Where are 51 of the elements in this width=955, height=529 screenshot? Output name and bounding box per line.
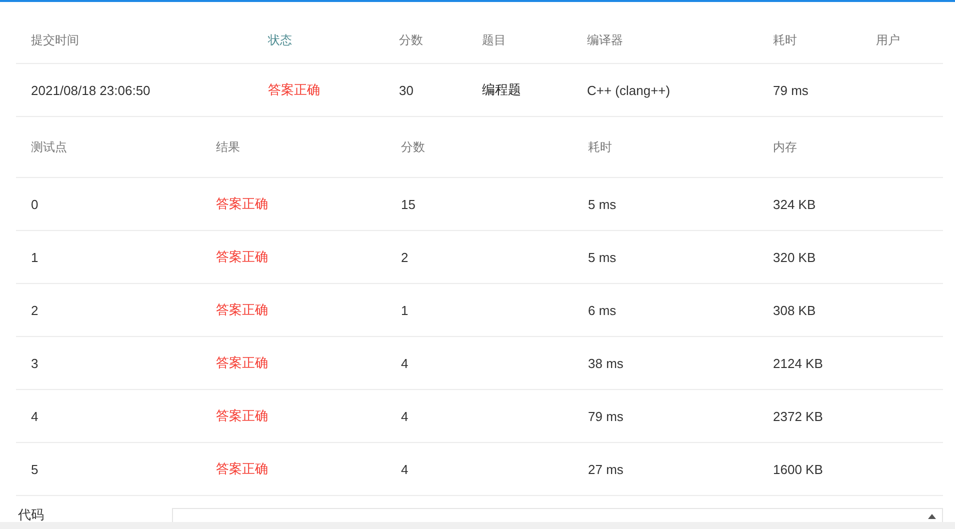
column-header: 分数 xyxy=(400,138,426,156)
code-label: 代码 xyxy=(17,508,45,522)
table-cell-text: 2 xyxy=(400,250,410,264)
table-cell-text: 0 xyxy=(30,196,40,212)
table-cell-text: 答案正确 xyxy=(215,195,269,213)
table-cell-text: 4 xyxy=(30,408,40,424)
table-cell-text: 5 xyxy=(30,462,40,476)
table-cell-text: 答案正确 xyxy=(267,81,321,99)
table-cell-text: 27 ms xyxy=(587,462,624,476)
column-header: 编译器 xyxy=(586,32,624,49)
column-header: 内存 xyxy=(772,138,798,156)
table-cell-text: C++ (clang++) xyxy=(586,82,672,98)
table-cell-text: 30 xyxy=(398,82,414,98)
horizontal-scrollbar[interactable] xyxy=(0,522,955,529)
table-cell-text: 38 ms xyxy=(587,356,624,370)
table-cell-text: 308 KB xyxy=(772,302,817,318)
table-cell-text: 15 xyxy=(400,196,416,212)
table-cell-text: 2021/08/18 23:06:50 xyxy=(30,82,152,98)
table-cell-text: 4 xyxy=(400,408,410,424)
table-cell-text: 1600 KB xyxy=(772,462,824,476)
table-cell-text: 1 xyxy=(30,250,40,264)
table-cell-text: 答案正确 xyxy=(215,407,269,425)
table-cell-text: 答案正确 xyxy=(215,460,269,478)
column-header: 耗时 xyxy=(587,138,613,156)
table-cell-text: 1 xyxy=(400,302,410,318)
column-header: 测试点 xyxy=(30,138,68,156)
column-header: 提交时间 xyxy=(30,32,80,49)
table-cell-text: 4 xyxy=(400,356,410,370)
table-cell-text: 324 KB xyxy=(772,196,817,212)
table-cell-text: 答案正确 xyxy=(215,248,269,266)
scroll-up-icon[interactable] xyxy=(928,513,936,519)
table-cell-text: 2372 KB xyxy=(772,408,824,424)
table-cell-text: 3 xyxy=(30,356,40,370)
table-cell-text: 320 KB xyxy=(772,250,817,264)
column-header: 耗时 xyxy=(772,32,798,49)
column-header: 结果 xyxy=(215,138,241,156)
table-cell-text: 答案正确 xyxy=(215,301,269,319)
table-cell-text: 2124 KB xyxy=(772,356,824,370)
table-cell-text: 5 ms xyxy=(587,250,618,264)
table-cell-text: 2 xyxy=(30,302,40,318)
column-header: 分数 xyxy=(398,32,424,49)
table-cell-text: 4 xyxy=(400,462,410,476)
table-cell-text: 6 ms xyxy=(587,302,618,318)
table-cell-text: 79 ms xyxy=(587,408,624,424)
table-cell-text: 编程题 xyxy=(481,81,522,99)
column-header: 状态 xyxy=(267,32,293,49)
table-cell-text: 答案正确 xyxy=(215,354,269,372)
column-header: 题目 xyxy=(481,32,507,49)
table-cell-text: 79 ms xyxy=(772,82,810,98)
column-header: 用户 xyxy=(875,32,901,49)
table-cell-text: 5 ms xyxy=(587,196,618,212)
